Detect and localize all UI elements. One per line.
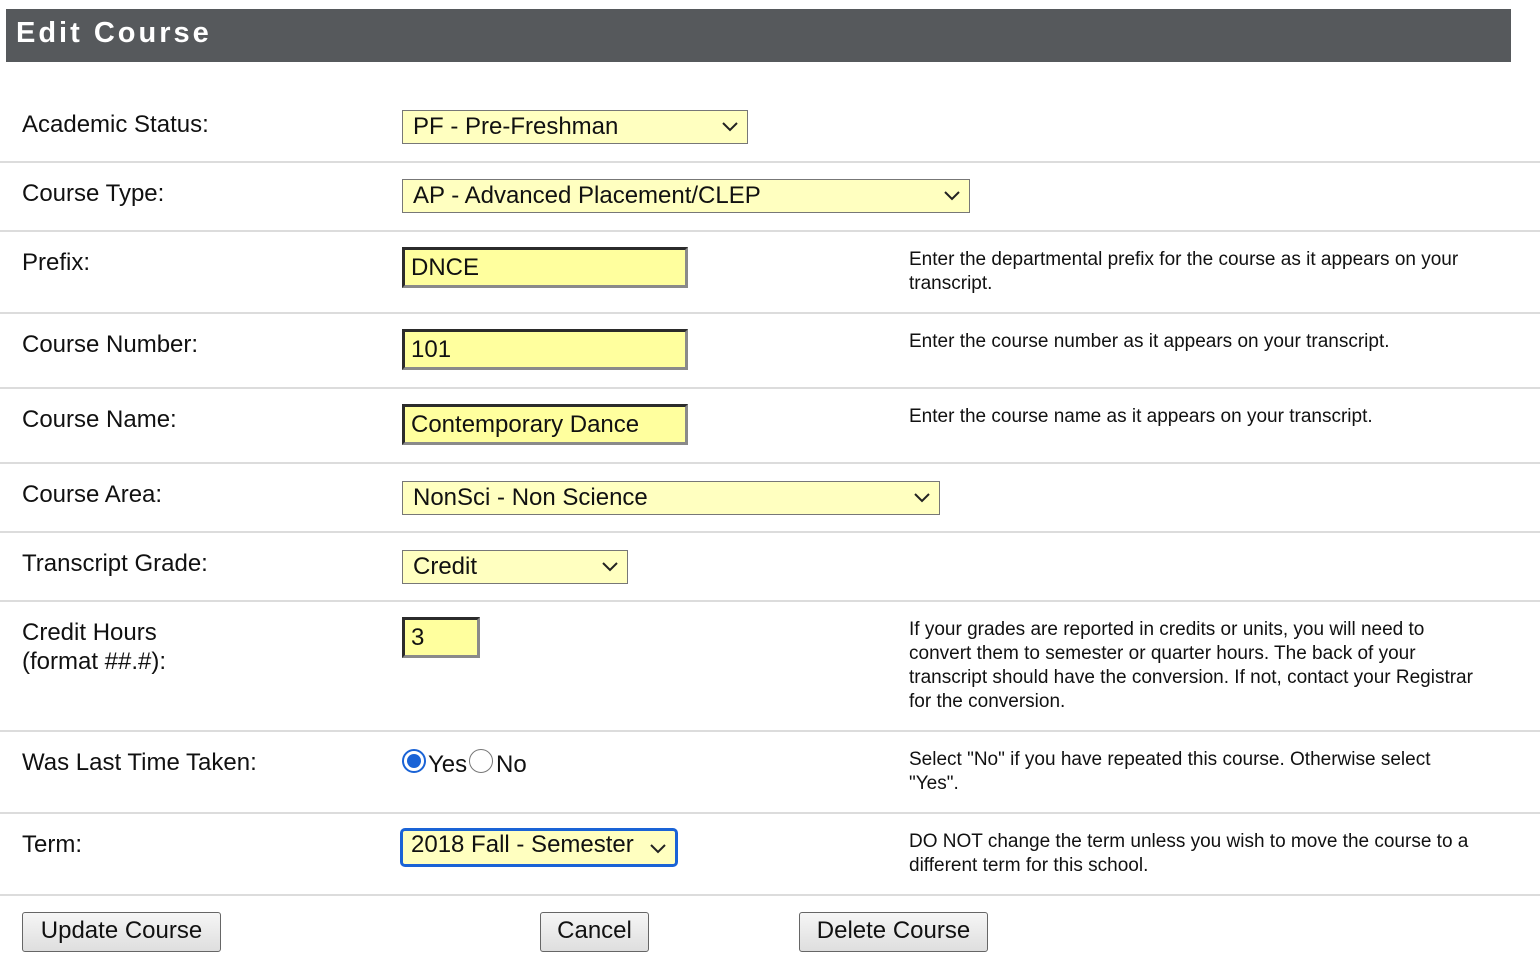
course-type-select[interactable]: AP - Advanced Placement/CLEP [402, 179, 970, 213]
course-type-value: AP - Advanced Placement/CLEP [413, 182, 761, 209]
academic-status-value: PF - Pre-Freshman [413, 113, 619, 140]
course-number-label: Course Number: [22, 331, 199, 358]
row-course-number: Course Number: 101 Enter the course numb… [0, 314, 1540, 389]
term-label: Term: [22, 831, 82, 858]
course-name-label: Course Name: [22, 406, 177, 433]
credit-hours-label-line2: (format ##.#): [22, 648, 167, 675]
term-value: 2018 Fall - Semester [411, 831, 634, 858]
row-course-name: Course Name: Contemporary Dance Enter th… [0, 389, 1540, 464]
course-number-value: 101 [411, 336, 452, 363]
transcript-grade-value: Credit [413, 553, 478, 580]
credit-hours-label-line1: Credit Hours [22, 619, 157, 646]
row-course-area: Course Area: NonSci - Non Science [0, 464, 1540, 533]
yes-radio[interactable] [402, 749, 426, 773]
page-title: Edit Course [16, 17, 212, 49]
transcript-grade-select[interactable]: Credit [402, 550, 628, 584]
prefix-label: Prefix: [22, 249, 91, 276]
delete-course-button[interactable]: Delete Course [799, 912, 988, 952]
row-term: Term: 2018 Fall - Semester DO NOT change… [0, 814, 1540, 896]
no-radio-label[interactable]: No [496, 750, 527, 779]
chevron-down-icon [722, 122, 738, 132]
academic-status-label: Academic Status: [22, 111, 209, 138]
row-transcript-grade: Transcript Grade: Credit [0, 533, 1540, 602]
yes-radio-label[interactable]: Yes [428, 750, 467, 779]
course-number-help: Enter the course number as it appears on… [909, 331, 1390, 352]
chevron-down-icon [914, 493, 930, 503]
prefix-input[interactable]: DNCE [402, 247, 688, 288]
credit-hours-label: Credit Hours (format ##.#): [22, 618, 166, 676]
credit-hours-help: If your grades are reported in credits o… [909, 619, 1473, 712]
course-number-input[interactable]: 101 [402, 329, 688, 370]
update-course-button[interactable]: Update Course [22, 912, 221, 952]
last-time-taken-label: Was Last Time Taken: [22, 749, 257, 776]
prefix-help: Enter the departmental prefix for the co… [909, 249, 1459, 294]
academic-status-select[interactable]: PF - Pre-Freshman [402, 110, 748, 144]
course-name-value: Contemporary Dance [411, 411, 640, 438]
prefix-value: DNCE [411, 254, 480, 281]
transcript-grade-label: Transcript Grade: [22, 550, 208, 577]
row-academic-status: Academic Status: PF - Pre-Freshman [0, 92, 1540, 163]
course-area-label: Course Area: [22, 481, 163, 508]
chevron-down-icon [650, 844, 666, 854]
page-header: Edit Course [6, 9, 1511, 62]
course-name-help: Enter the course name as it appears on y… [909, 406, 1373, 427]
course-name-input[interactable]: Contemporary Dance [402, 404, 688, 445]
course-area-select[interactable]: NonSci - Non Science [402, 481, 940, 515]
row-course-type: Course Type: AP - Advanced Placement/CLE… [0, 163, 1540, 232]
row-prefix: Prefix: DNCE Enter the departmental pref… [0, 232, 1540, 314]
row-last-time-taken: Was Last Time Taken: Yes No Select "No" … [0, 732, 1540, 814]
credit-hours-input[interactable]: 3 [402, 617, 480, 658]
course-area-value: NonSci - Non Science [413, 484, 648, 511]
term-select[interactable]: 2018 Fall - Semester [400, 828, 678, 867]
last-time-taken-help: Select "No" if you have repeated this co… [909, 749, 1431, 794]
no-radio[interactable] [469, 749, 493, 773]
course-type-label: Course Type: [22, 180, 165, 207]
chevron-down-icon [944, 191, 960, 201]
chevron-down-icon [602, 562, 618, 572]
cancel-button[interactable]: Cancel [540, 912, 649, 952]
credit-hours-value: 3 [411, 624, 425, 651]
term-help: DO NOT change the term unless you wish t… [909, 831, 1469, 876]
row-credit-hours: Credit Hours (format ##.#): 3 If your gr… [0, 602, 1540, 732]
